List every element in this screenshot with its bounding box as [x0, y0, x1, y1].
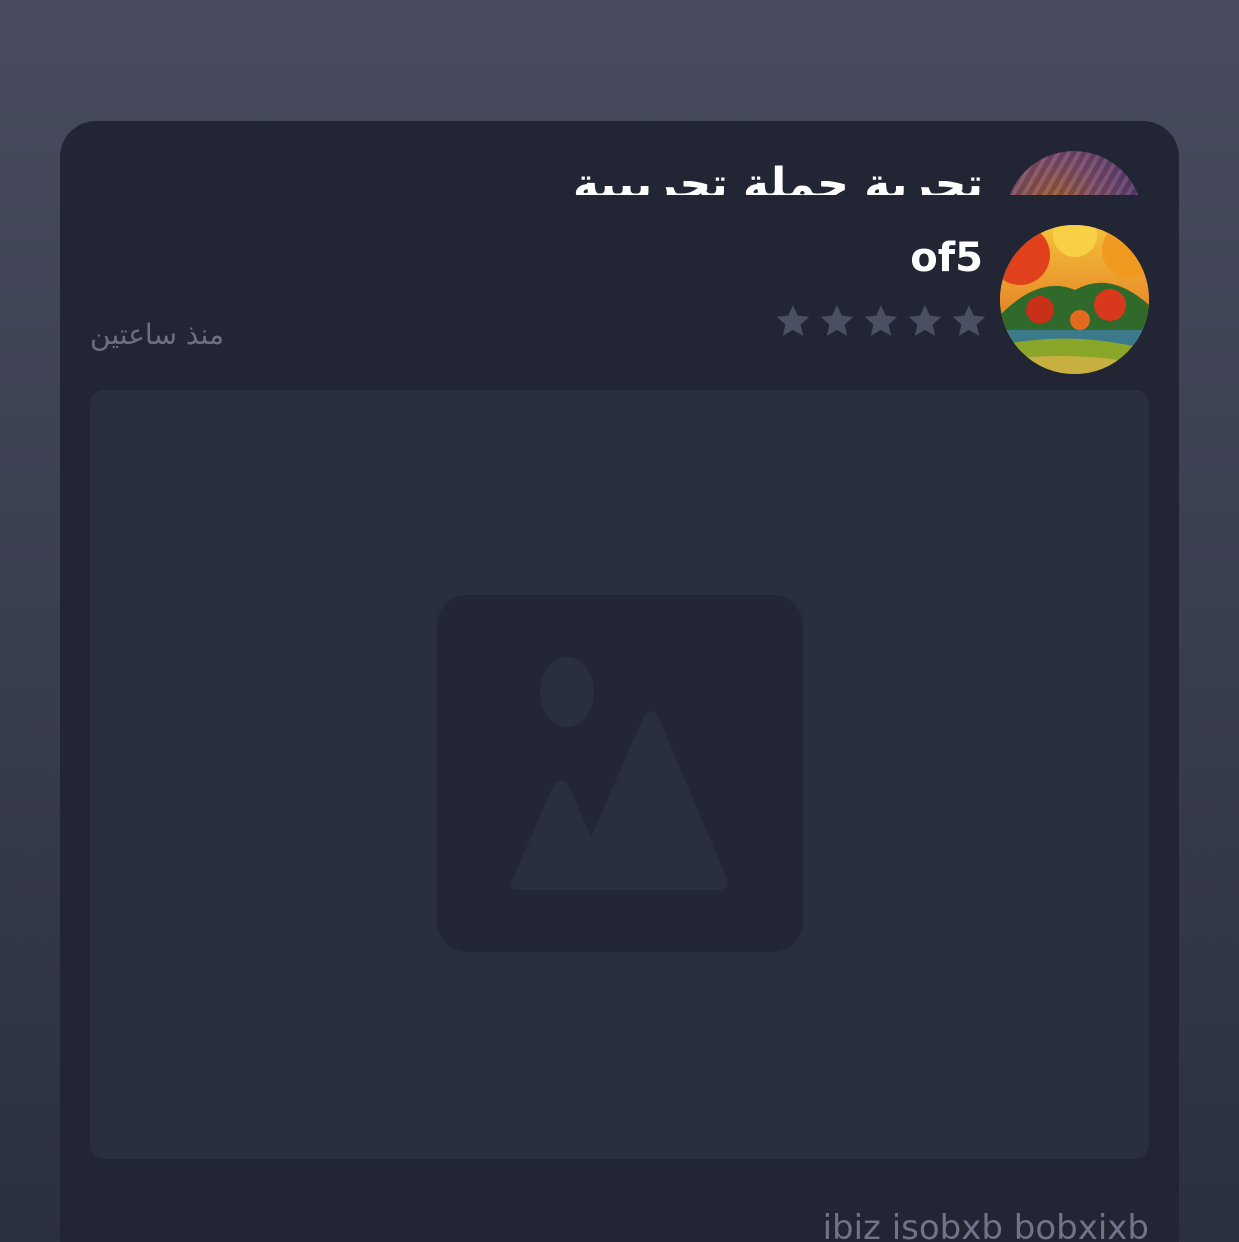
star-icon	[776, 305, 810, 336]
author-rating	[773, 301, 989, 341]
star-icon	[908, 305, 942, 336]
author-avatar-image	[1000, 225, 1149, 374]
star-icon	[952, 305, 986, 336]
post-header-row: تجربة حملة تجريبية	[60, 121, 1179, 195]
group-avatar[interactable]	[1005, 151, 1143, 195]
image-placeholder	[437, 595, 803, 952]
star-icon	[864, 305, 898, 336]
post-timestamp: منذ ساعتين	[90, 318, 224, 351]
post-body-text: ibiz isobxb bobxixb	[822, 1208, 1149, 1242]
star-icon	[820, 305, 854, 336]
author-name[interactable]: of5	[910, 233, 983, 283]
post-title: تجربة حملة تجريبية	[572, 159, 983, 195]
image-placeholder-icon	[510, 657, 728, 890]
author-avatar[interactable]	[1000, 225, 1149, 374]
post-media[interactable]	[90, 390, 1149, 1159]
post-card[interactable]: تجربة حملة تجريبية of5 منذ ساعتين ibiz i…	[60, 121, 1179, 1242]
